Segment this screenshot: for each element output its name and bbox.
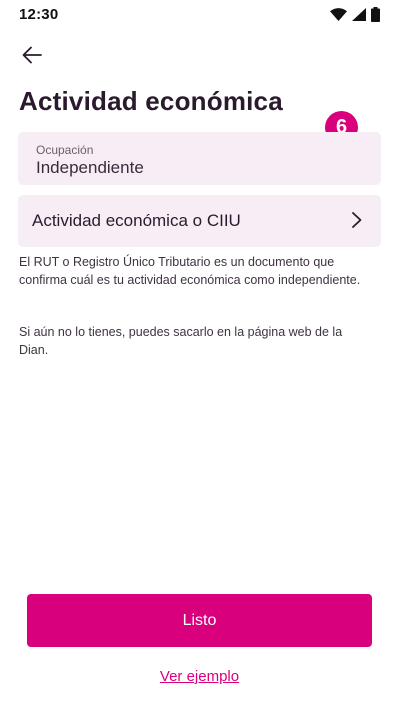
- signal-icon: [352, 7, 366, 21]
- battery-icon: [371, 6, 380, 22]
- arrow-left-icon: [22, 46, 42, 64]
- status-icons: [330, 6, 380, 22]
- page-title: Actividad económica: [19, 86, 283, 116]
- dian-help-text: Si aún no lo tienes, puedes sacarlo en l…: [19, 325, 343, 357]
- occupation-field-label: Ocupación: [36, 143, 94, 157]
- occupation-field-value: Independiente: [36, 158, 144, 177]
- see-example-link[interactable]: Ver ejemplo: [0, 668, 399, 685]
- economic-activity-selector[interactable]: Actividad económica o CIIU: [18, 195, 381, 247]
- screen: 12:30 Actividad económica 6 Ocupación In…: [0, 0, 399, 710]
- status-bar: 12:30: [0, 0, 399, 28]
- wifi-icon: [330, 7, 347, 21]
- rut-help-text: El RUT o Registro Único Tributario es un…: [19, 255, 361, 287]
- chevron-right-icon: [352, 212, 362, 228]
- occupation-field[interactable]: Ocupación Independiente: [18, 132, 381, 185]
- economic-activity-label: Actividad económica o CIIU: [32, 211, 241, 230]
- back-button[interactable]: [14, 40, 50, 70]
- done-button[interactable]: Listo: [27, 594, 372, 647]
- status-time: 12:30: [19, 5, 59, 23]
